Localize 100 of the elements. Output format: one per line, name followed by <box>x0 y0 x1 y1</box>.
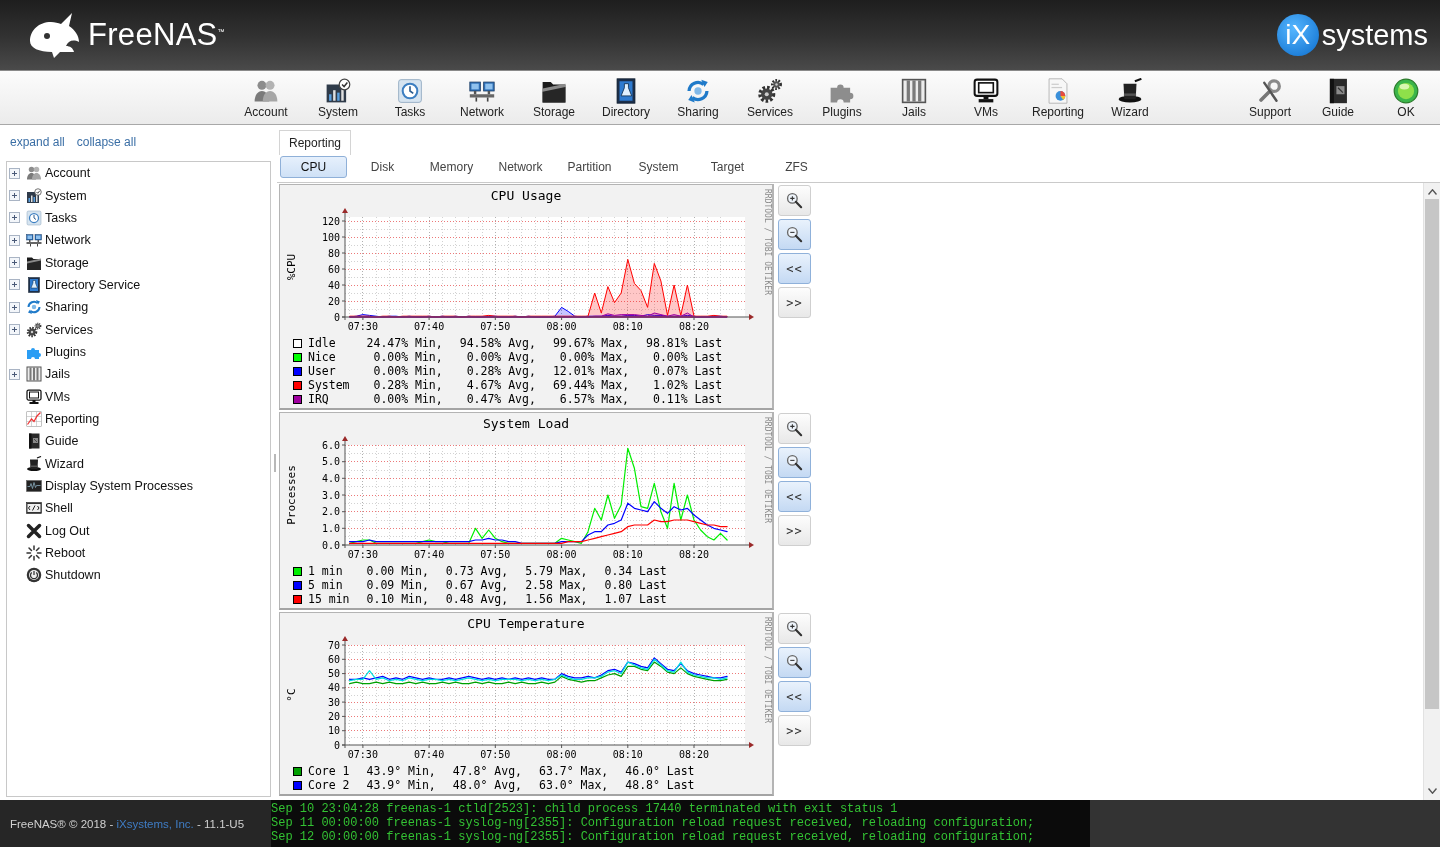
legend-value: 1.02% Last <box>652 378 723 392</box>
legend-label: Core 1 <box>308 764 350 778</box>
legend-value: 0.80 Last <box>603 578 667 592</box>
legend-value: 0.00% Avg, <box>465 350 536 364</box>
y-tick-label: 60 <box>327 263 340 275</box>
legend-value: 1.07 Last <box>603 592 667 606</box>
copyright-text: FreeNAS® © 2018 - iXsystems, Inc. - 11.1-U5 <box>9 817 246 830</box>
y-tick-label: 1.0 <box>321 522 340 534</box>
log-line: Sep 12 00:00:00 freenas-1 syslog-ng[2355]: Configuration reload request received, reloading configuration; <box>271 830 1036 844</box>
legend-value: 12.01% Max, <box>551 364 630 378</box>
chart-credit: RRDTOOL / TOBI OETIKER <box>763 417 772 523</box>
legend-value: 4.67% Avg, <box>465 378 536 392</box>
chart-credit: RRDTOOL / TOBI OETIKER <box>763 189 772 295</box>
legend-value: 0.00% Min, <box>372 392 443 406</box>
legend-value: 0.73 Avg, <box>444 564 509 578</box>
y-tick-label: 0.0 <box>321 539 340 551</box>
y-tick-label: 40 <box>327 279 340 291</box>
chart-title: System Load <box>481 415 571 433</box>
legend-value: 0.47% Avg, <box>465 392 536 406</box>
legend-label: IRQ <box>308 392 330 406</box>
brand-text: systems <box>1321 18 1428 52</box>
y-tick-label: 20 <box>327 710 340 722</box>
x-tick-label: 07:50 <box>480 321 511 332</box>
legend-value: 0.00% Last <box>652 350 723 364</box>
y-tick-label: 80 <box>327 247 340 259</box>
x-tick-label: 07:50 <box>480 749 511 760</box>
legend-value: 48.8° Last <box>624 778 695 792</box>
legend-value: 63.0° Max, <box>538 778 609 792</box>
legend-value: 0.48 Avg, <box>444 592 509 606</box>
legend-label: Idle <box>308 336 337 350</box>
legend-value: 0.11% Last <box>652 392 723 406</box>
x-tick-label: 07:50 <box>480 549 511 560</box>
x-tick-label: 08:20 <box>678 549 710 560</box>
legend-value: 47.8° Avg, <box>451 764 523 778</box>
legend-value: 0.67 Avg, <box>444 578 509 592</box>
legend-label: System <box>308 378 350 392</box>
y-tick-label: 3.0 <box>321 489 340 501</box>
x-tick-label: 08:00 <box>546 549 577 560</box>
y-tick-label: 30 <box>327 696 340 708</box>
legend-label: 5 min <box>308 578 344 592</box>
y-tick-label: 40 <box>327 682 340 694</box>
legend-value: 43.9° Min, <box>365 764 436 778</box>
x-tick-label: 07:30 <box>347 321 378 332</box>
legend-value: 1.56 Max, <box>524 592 588 606</box>
y-tick-label: 0 <box>333 739 340 751</box>
chart-title: CPU Temperature <box>466 615 586 633</box>
legend-value: 46.0° Last <box>624 764 695 778</box>
x-tick-label: 08:10 <box>612 549 643 560</box>
x-tick-label: 07:40 <box>414 321 445 332</box>
logo-text: FreeNAS$^{™}$ <box>88 17 225 53</box>
legend-value: 0.00 Min, <box>365 564 429 578</box>
chart-title: CPU Usage <box>489 187 563 205</box>
y-tick-label: 6.0 <box>321 439 340 451</box>
log-line: Sep 10 23:04:28 freenas-1 ctld[2523]: child process 17440 terminated with exit status 1 <box>271 802 899 816</box>
legend-value: 0.00% Min, <box>372 364 443 378</box>
legend-value: 48.0° Avg, <box>451 778 523 792</box>
y-tick-label: 5.0 <box>321 456 340 468</box>
y-tick-label: 60 <box>327 653 340 665</box>
y-tick-label: 0 <box>333 311 340 323</box>
legend-value: 0.00% Max, <box>558 350 630 364</box>
legend-value: 24.47% Min, <box>365 336 443 350</box>
y-tick-label: 20 <box>327 295 340 307</box>
legend-label: Core 2 <box>308 778 350 792</box>
y-tick-label: 50 <box>327 668 340 680</box>
legend-value: 2.58 Max, <box>524 578 588 592</box>
x-tick-label: 08:00 <box>546 321 577 332</box>
legend-label: 1 min <box>308 564 344 578</box>
x-tick-label: 07:30 <box>347 749 378 760</box>
chart-credit: RRDTOOL / TOBI OETIKER <box>763 617 772 723</box>
legend-value: 98.81% Last <box>645 336 723 350</box>
log-line: Sep 11 00:00:00 freenas-1 syslog-ng[2355]: Configuration reload request received, reloading configuration; <box>271 816 1036 830</box>
legend-label: 15 min <box>308 592 350 606</box>
legend-value: 0.28% Min, <box>372 378 443 392</box>
y-tick-label: 2.0 <box>321 506 340 518</box>
y-tick-label: 120 <box>321 215 340 227</box>
legend-value: 0.07% Last <box>652 364 723 378</box>
y-tick-label: 4.0 <box>321 472 340 484</box>
x-tick-label: 08:10 <box>612 749 643 760</box>
legend-value: 0.28% Avg, <box>465 364 536 378</box>
x-tick-label: 07:40 <box>414 549 445 560</box>
legend-value: 63.7° Max, <box>538 764 609 778</box>
x-tick-label: 08:20 <box>678 749 710 760</box>
legend-value: 69.44% Max, <box>551 378 630 392</box>
legend-label: Nice <box>308 350 337 364</box>
y-axis-label: Processes <box>285 465 298 525</box>
y-tick-label: 10 <box>327 725 340 737</box>
y-tick-label: 100 <box>321 231 340 243</box>
y-axis-label: %CPU <box>285 253 298 281</box>
legend-label: User <box>308 364 337 378</box>
legend-value: 0.10 Min, <box>365 592 429 606</box>
x-tick-label: 08:10 <box>612 321 643 332</box>
legend-value: 0.09 Min, <box>365 578 429 592</box>
y-axis-label: °C <box>285 688 298 702</box>
x-tick-label: 07:30 <box>347 549 378 560</box>
legend-value: 99.67% Max, <box>551 336 630 350</box>
brand-badge: iX <box>1276 14 1319 56</box>
x-tick-label: 07:40 <box>414 749 445 760</box>
x-tick-label: 08:20 <box>678 321 710 332</box>
legend-value: 0.00% Min, <box>372 350 443 364</box>
x-tick-label: 08:00 <box>546 749 577 760</box>
